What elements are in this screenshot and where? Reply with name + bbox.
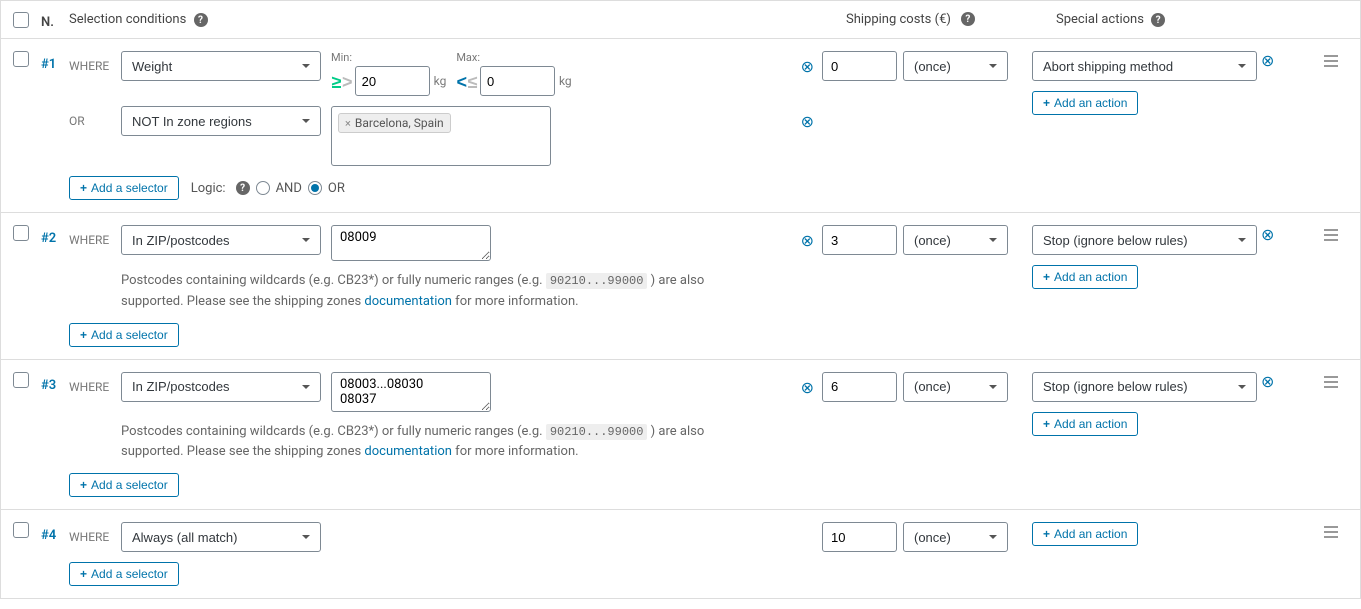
documentation-link[interactable]: documentation [364, 444, 452, 459]
drag-handle-icon[interactable] [1324, 376, 1348, 388]
table-header: N. Selection conditions ? Shipping costs… [1, 0, 1360, 39]
plus-icon: + [1043, 270, 1050, 284]
rule-checkbox[interactable] [13, 372, 29, 388]
selector-type-select[interactable]: Always (all match) [121, 522, 321, 552]
select-all-checkbox[interactable] [13, 12, 29, 28]
where-label: WHERE [69, 225, 111, 247]
action-select[interactable]: Stop (ignore below rules) [1032, 372, 1257, 402]
remove-selector-icon[interactable]: ⊗ [801, 51, 814, 76]
rule-number[interactable]: #3 [41, 372, 69, 393]
rule-row: #3 WHERE In ZIP/postcodes 08003...08030 … [1, 360, 1360, 511]
rule-row: #4 WHERE Always (all match) +Add a selec… [1, 510, 1360, 598]
rule-checkbox[interactable] [13, 225, 29, 241]
logic-and-radio[interactable] [256, 181, 270, 195]
action-select[interactable]: Stop (ignore below rules) [1032, 225, 1257, 255]
help-icon[interactable]: ? [194, 13, 208, 27]
where-label: WHERE [69, 51, 111, 73]
help-icon[interactable]: ? [961, 12, 975, 26]
help-icon[interactable]: ? [236, 181, 250, 195]
max-input[interactable] [480, 66, 555, 96]
selector-line: WHERE In ZIP/postcodes 08003...08030 080… [69, 372, 814, 412]
remove-tag-icon[interactable]: × [345, 117, 351, 130]
plus-icon: + [80, 478, 87, 492]
frequency-select[interactable]: (once) [903, 372, 1008, 402]
remove-action-icon[interactable]: ⊗ [1261, 51, 1274, 70]
rule-checkbox[interactable] [13, 522, 29, 538]
plus-icon: + [1043, 417, 1050, 431]
action-select[interactable]: Abort shipping method [1032, 51, 1257, 81]
cost-input[interactable] [822, 51, 897, 81]
unit-label: kg [434, 74, 447, 88]
cost-input[interactable] [822, 225, 897, 255]
zip-helper-text: Postcodes containing wildcards (e.g. CB2… [121, 271, 741, 313]
add-action-button[interactable]: +Add an action [1032, 522, 1138, 546]
rule-number[interactable]: #2 [41, 225, 69, 246]
documentation-link[interactable]: documentation [364, 294, 452, 309]
zip-helper-text: Postcodes containing wildcards (e.g. CB2… [121, 422, 741, 464]
selector-line: WHERE Weight Min: ≥> kg Max: <≤ kg [69, 51, 814, 96]
logic-wrap: Logic: ? AND OR [191, 181, 345, 196]
plus-icon: + [1043, 527, 1050, 541]
remove-selector-icon[interactable]: ⊗ [801, 225, 814, 250]
selector-type-select[interactable]: NOT In zone regions [121, 106, 321, 136]
add-selector-button[interactable]: +Add a selector [69, 323, 179, 347]
selector-type-select[interactable]: Weight [121, 51, 321, 81]
logic-or-radio[interactable] [308, 181, 322, 195]
header-shipping-costs: Shipping costs (€) [846, 12, 951, 27]
selector-line: WHERE In ZIP/postcodes 08009 ⊗ [69, 225, 814, 261]
header-special-actions: Special actions [1056, 12, 1144, 27]
rule-row: #2 WHERE In ZIP/postcodes 08009 ⊗ Postco… [1, 213, 1360, 360]
rule-checkbox[interactable] [13, 51, 29, 67]
region-tag: ×Barcelona, Spain [338, 113, 451, 133]
zip-textarea[interactable]: 08003...08030 08037 [331, 372, 491, 412]
plus-icon: + [1043, 96, 1050, 110]
cost-input[interactable] [822, 372, 897, 402]
frequency-select[interactable]: (once) [903, 522, 1008, 552]
header-selection-conditions: Selection conditions [69, 12, 186, 27]
where-label: WHERE [69, 522, 111, 544]
selector-type-select[interactable]: In ZIP/postcodes [121, 225, 321, 255]
cost-input[interactable] [822, 522, 897, 552]
remove-action-icon[interactable]: ⊗ [1261, 225, 1274, 244]
remove-selector-icon[interactable]: ⊗ [801, 106, 814, 131]
selector-type-select[interactable]: In ZIP/postcodes [121, 372, 321, 402]
max-label: Max: [456, 51, 571, 64]
selector-line: WHERE Always (all match) [69, 522, 814, 552]
rule-row: #1 WHERE Weight Min: ≥> kg Max: <≤ [1, 39, 1360, 213]
plus-icon: + [80, 328, 87, 342]
lte-icon[interactable]: <≤ [456, 78, 478, 96]
selector-line: OR NOT In zone regions ×Barcelona, Spain… [69, 106, 814, 166]
regions-tagbox[interactable]: ×Barcelona, Spain [331, 106, 551, 166]
plus-icon: + [80, 567, 87, 581]
drag-handle-icon[interactable] [1324, 55, 1348, 67]
rule-number[interactable]: #4 [41, 522, 69, 543]
frequency-select[interactable]: (once) [903, 225, 1008, 255]
add-action-button[interactable]: +Add an action [1032, 91, 1138, 115]
help-icon[interactable]: ? [1151, 13, 1165, 27]
gte-icon[interactable]: ≥> [331, 78, 353, 96]
remove-action-icon[interactable]: ⊗ [1261, 372, 1274, 391]
drag-handle-icon[interactable] [1324, 526, 1348, 538]
plus-icon: + [80, 181, 87, 195]
add-selector-button[interactable]: +Add a selector [69, 473, 179, 497]
drag-handle-icon[interactable] [1324, 229, 1348, 241]
add-action-button[interactable]: +Add an action [1032, 412, 1138, 436]
or-label: OR [69, 106, 111, 128]
min-input[interactable] [355, 66, 430, 96]
add-action-button[interactable]: +Add an action [1032, 265, 1138, 289]
remove-selector-icon[interactable]: ⊗ [801, 372, 814, 397]
min-label: Min: [331, 51, 446, 64]
unit-label: kg [559, 74, 572, 88]
header-n: N. [41, 9, 69, 30]
where-label: WHERE [69, 372, 111, 394]
add-selector-button[interactable]: +Add a selector [69, 562, 179, 586]
frequency-select[interactable]: (once) [903, 51, 1008, 81]
rule-number[interactable]: #1 [41, 51, 69, 72]
zip-textarea[interactable]: 08009 [331, 225, 491, 261]
add-selector-button[interactable]: +Add a selector [69, 176, 179, 200]
